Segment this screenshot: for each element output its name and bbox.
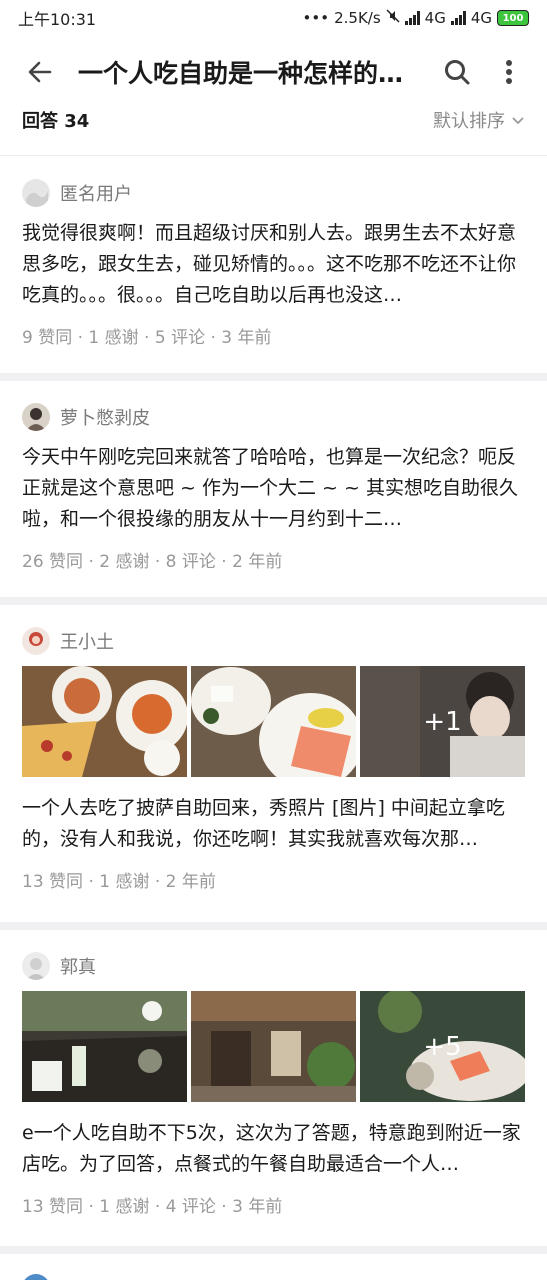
author-row[interactable]: 郭真 [22, 951, 525, 981]
network-type-1: 4G [424, 9, 446, 27]
answers-count: 回答 34 [22, 111, 90, 132]
status-indicators: ••• 2.5K/s 4G 4G 100 [303, 9, 529, 27]
answer-meta: 9 赞同 · 1 感谢 · 5 评论 · 3 年前 [22, 328, 272, 348]
status-time: 上午10:31 [18, 10, 97, 29]
back-button[interactable] [22, 54, 58, 90]
restaurant-interior-image[interactable] [191, 991, 356, 1102]
more-images-count: +1 [423, 706, 462, 737]
answer-excerpt: 今天中午刚吃完回来就答了哈哈哈，也算是一次纪念？呃反正就是这个意思吧 ~ 作为一… [22, 446, 518, 530]
avatar [22, 952, 50, 980]
network-speed: 2.5K/s [334, 9, 381, 27]
answer-meta: 26 赞同 · 2 感谢 · 8 评论 · 2 年前 [22, 552, 283, 572]
food-image-pizza[interactable] [22, 666, 187, 777]
avatar [22, 179, 50, 207]
answer-excerpt: 一个人去吃了披萨自助回来，秀照片 [图片] 中间起立拿吃的，没有人和我说，你还吃… [22, 797, 505, 850]
answer-card[interactable]: 郭真 +5 e一个人吃自助不下5次，这次为了答题，特意跑到附近一家店吃。为了回答… [0, 951, 547, 1217]
card-separator [0, 922, 547, 930]
header-divider [0, 155, 547, 156]
search-icon [445, 60, 470, 85]
answer-card[interactable]: 王小土 +1 一个人去吃了披萨自助回来，秀照片 [图片] 中间起立拿吃的，没有人… [0, 626, 547, 892]
answer-excerpt: e一个人吃自助不下5次，这次为了答题，特意跑到附近一家店吃。为了回答，点餐式的午… [22, 1122, 521, 1175]
answer-meta: 13 赞同 · 1 感谢 · 4 评论 · 3 年前 [22, 1197, 283, 1217]
top-bar: 一个人吃自助是一种怎样的体验？ [0, 36, 547, 108]
answers-header: 回答 34 默认排序 [0, 100, 547, 140]
answer-card[interactable]: 萝卜憋剥皮 今天中午刚吃完回来就答了哈哈哈，也算是一次纪念？呃反正就是这个意思吧… [0, 402, 547, 572]
card-separator [0, 597, 547, 605]
answer-card[interactable]: 匿名用户 我觉得很爽啊！而且超级讨厌和别人去。跟男生去不太好意思多吃，跟女生去，… [0, 178, 547, 348]
sort-dropdown[interactable]: 默认排序 [433, 107, 525, 133]
answer-meta: 13 赞同 · 1 感谢 · 2 年前 [22, 872, 216, 892]
author-name: 郭真 [60, 957, 96, 978]
battery-icon: 100 [497, 10, 529, 26]
dots-icon: ••• [302, 9, 330, 27]
next-card-avatar [22, 1274, 50, 1280]
search-button[interactable] [437, 52, 477, 92]
status-bar: 上午10:31 ••• 2.5K/s 4G 4G 100 [0, 0, 547, 36]
signal-icon-2 [450, 11, 466, 25]
image-gallery: +5 [22, 991, 525, 1102]
answer-excerpt: 我觉得很爽啊！而且超级讨厌和别人去。跟男生去不太好意思多吃，跟女生去，碰见矫情的… [22, 222, 517, 306]
more-images-count: +5 [423, 1031, 462, 1062]
page-title[interactable]: 一个人吃自助是一种怎样的体验？ [78, 54, 425, 90]
avatar [22, 403, 50, 431]
author-name: 王小土 [60, 632, 114, 653]
food-image-plates[interactable] [191, 666, 356, 777]
author-name: 匿名用户 [60, 184, 132, 205]
author-name: 萝卜憋剥皮 [60, 408, 150, 429]
more-vertical-icon [506, 60, 512, 84]
author-row[interactable]: 萝卜憋剥皮 [22, 402, 525, 432]
author-row[interactable]: 匿名用户 [22, 178, 525, 208]
more-button[interactable] [489, 52, 529, 92]
author-row[interactable]: 王小土 [22, 626, 525, 656]
avatar [22, 627, 50, 655]
selfie-image[interactable]: +1 [360, 666, 525, 777]
restaurant-table-image[interactable] [22, 991, 187, 1102]
image-gallery: +1 [22, 666, 525, 777]
card-separator [0, 1246, 547, 1254]
network-type-2: 4G [470, 9, 492, 27]
chevron-down-icon [512, 117, 524, 125]
arrow-left-icon [28, 61, 52, 83]
sort-label: 默认排序 [433, 111, 505, 132]
signal-icon [404, 11, 420, 25]
mute-icon [386, 9, 400, 27]
card-separator [0, 373, 547, 381]
sashimi-image[interactable]: +5 [360, 991, 525, 1102]
